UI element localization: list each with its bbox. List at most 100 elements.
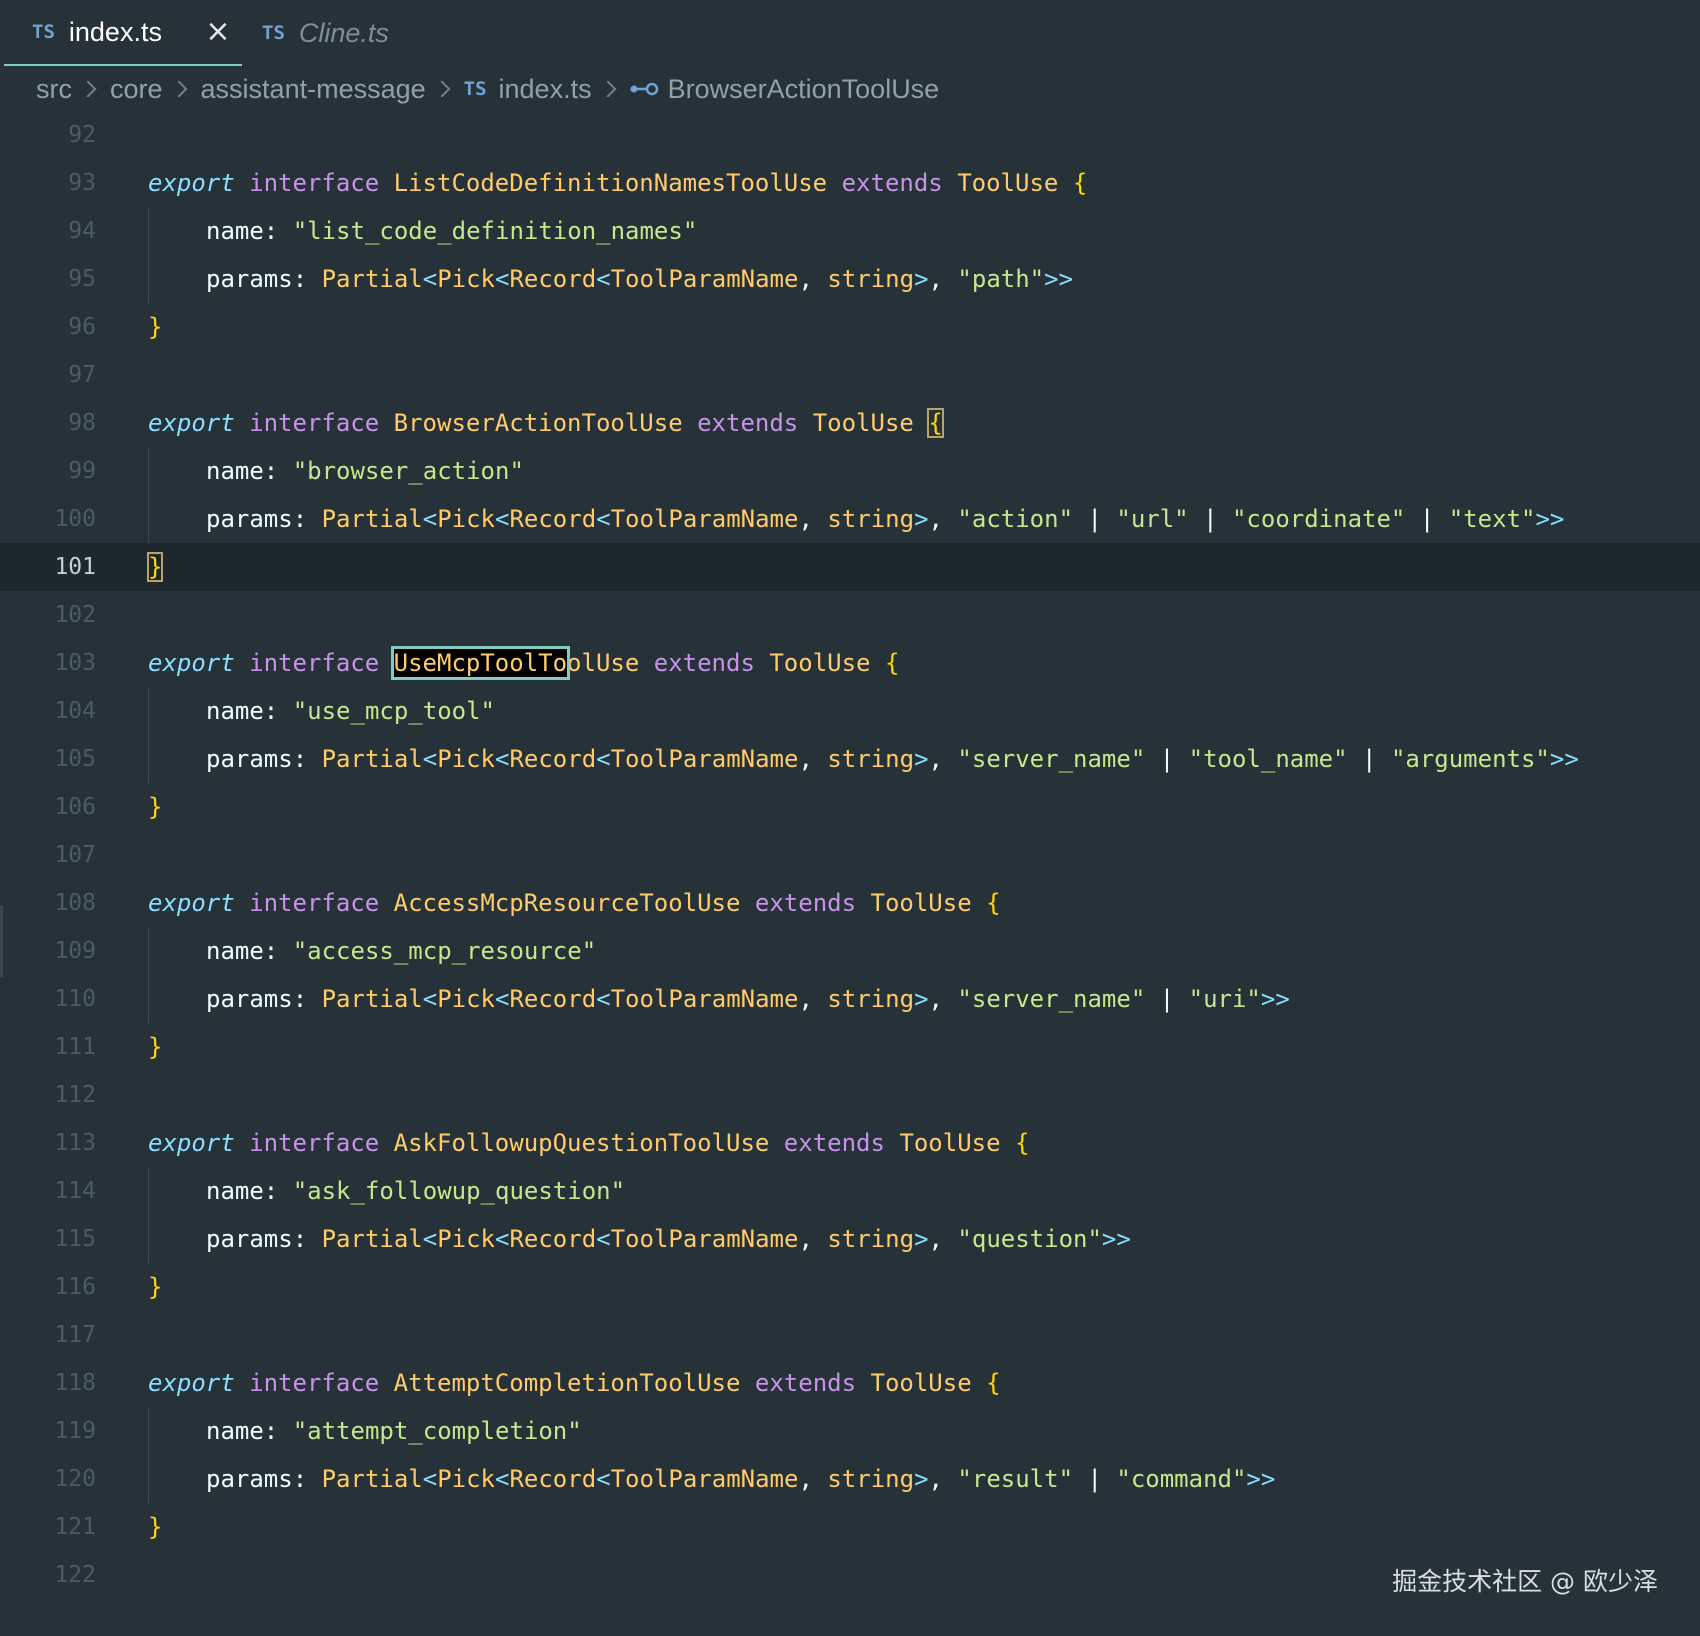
- tab-index-ts[interactable]: TS index.ts ×: [4, 0, 242, 66]
- line-number: 104: [54, 698, 96, 724]
- code-token: ToolParamName: [610, 265, 799, 293]
- line-number: 121: [54, 1514, 96, 1540]
- close-icon[interactable]: ×: [200, 14, 236, 50]
- code-token: "path": [957, 265, 1045, 293]
- code-text: }: [148, 783, 162, 831]
- code-line[interactable]: 117: [0, 1311, 1700, 1359]
- breadcrumb-item-core[interactable]: core: [110, 74, 163, 105]
- code-token: Pick: [437, 265, 495, 293]
- code-line[interactable]: 94 name: "list_code_definition_names": [0, 207, 1700, 255]
- code-token: <: [596, 265, 611, 293]
- code-line[interactable]: 100 params: Partial<Pick<Record<ToolParam…: [0, 495, 1700, 543]
- code-line[interactable]: 119 name: "attempt_completion": [0, 1407, 1700, 1455]
- code-token: "server_name": [957, 745, 1146, 773]
- code-line[interactable]: 106}: [0, 783, 1700, 831]
- code-line[interactable]: 115 params: Partial<Pick<Record<ToolParam…: [0, 1215, 1700, 1263]
- code-token: string: [827, 745, 915, 773]
- code-token: Pick: [437, 505, 495, 533]
- code-token: name:: [206, 697, 293, 725]
- code-line[interactable]: 108 export interface AccessMcpResourceToo…: [0, 879, 1700, 927]
- code-token: AskFollowupQuestionToolUse: [393, 1129, 770, 1157]
- code-line[interactable]: 93 export interface ListCodeDefinitionNam…: [0, 159, 1700, 207]
- code-token: ToolParamName: [610, 1465, 799, 1493]
- code-token: >: [914, 1465, 929, 1493]
- code-token: params:: [206, 265, 322, 293]
- code-text: name: "use_mcp_tool": [206, 687, 495, 735]
- code-token: }: [148, 1033, 163, 1061]
- breadcrumb-item-assistant-message[interactable]: assistant-message: [201, 74, 426, 105]
- code-line[interactable]: 97: [0, 351, 1700, 399]
- chevron-right-icon: [170, 80, 188, 98]
- code-token: <: [495, 505, 510, 533]
- code-token: <: [422, 1225, 438, 1253]
- code-token: }: [148, 1513, 163, 1541]
- code-line[interactable]: 99 name: "browser_action": [0, 447, 1700, 495]
- indent-guide: [148, 927, 149, 1023]
- line-number: 94: [68, 218, 96, 244]
- code-line[interactable]: 95 params: Partial<Pick<Record<ToolParamN…: [0, 255, 1700, 303]
- code-token: >: [914, 265, 929, 293]
- code-line[interactable]: 110 params: Partial<Pick<Record<ToolParam…: [0, 975, 1700, 1023]
- line-number: 115: [54, 1226, 96, 1252]
- code-token: interface: [249, 889, 380, 917]
- code-line[interactable]: 107: [0, 831, 1700, 879]
- code-token: >>: [1260, 985, 1290, 1013]
- code-token: Pick: [437, 745, 495, 773]
- code-line[interactable]: 112: [0, 1071, 1700, 1119]
- code-line[interactable]: 116}: [0, 1263, 1700, 1311]
- code-token: >: [914, 745, 929, 773]
- code-token: params:: [206, 1465, 322, 1493]
- code-line[interactable]: 114 name: "ask_followup_question": [0, 1167, 1700, 1215]
- tab-label: index.ts: [68, 16, 162, 47]
- code-line[interactable]: 98 export interface BrowserActionToolUse …: [0, 399, 1700, 447]
- code-line[interactable]: 118 export interface AttemptCompletionToo…: [0, 1359, 1700, 1407]
- code-line[interactable]: 111}: [0, 1023, 1700, 1071]
- code-line[interactable]: 96}: [0, 303, 1700, 351]
- code-token: <: [596, 985, 611, 1013]
- code-token: "list_code_definition_names": [292, 217, 698, 245]
- code-token: Pick: [437, 1225, 495, 1253]
- indent-guide: [148, 1167, 149, 1263]
- code-token: "question": [957, 1225, 1102, 1253]
- code-token: |: [1073, 505, 1117, 533]
- line-number: 101: [54, 554, 96, 580]
- code-token: |: [1145, 985, 1189, 1013]
- code-line[interactable]: 105 params: Partial<Pick<Record<ToolParam…: [0, 735, 1700, 783]
- chevron-right-icon: [599, 80, 617, 98]
- code-line[interactable]: 101}: [0, 543, 1700, 591]
- code-token: "access_mcp_resource": [292, 937, 597, 965]
- code-token: export: [148, 169, 235, 197]
- code-token: Record: [509, 265, 597, 293]
- code-text: }: [148, 1023, 162, 1071]
- code-line[interactable]: 109 name: "access_mcp_resource": [0, 927, 1700, 975]
- code-line[interactable]: 113 export interface AskFollowupQuestionT…: [0, 1119, 1700, 1167]
- code-line[interactable]: 104 name: "use_mcp_tool": [0, 687, 1700, 735]
- code-token: Record: [509, 1465, 597, 1493]
- code-line[interactable]: 103 export interface UseMcpToolToolUse ex…: [0, 639, 1700, 687]
- typescript-file-icon: TS: [262, 22, 285, 44]
- code-token: ,: [928, 265, 958, 293]
- code-token: {: [927, 408, 944, 438]
- code-token: <: [422, 985, 438, 1013]
- breadcrumb-item-src[interactable]: src: [36, 74, 72, 105]
- code-token: Record: [509, 745, 597, 773]
- line-number: 93: [68, 170, 96, 196]
- tab-cline-ts[interactable]: TS Cline.ts: [262, 0, 462, 66]
- code-token: <: [596, 1225, 611, 1253]
- code-line[interactable]: 102: [0, 591, 1700, 639]
- code-token: |: [1188, 505, 1232, 533]
- breadcrumb-item-symbol[interactable]: BrowserActionToolUse: [668, 74, 940, 105]
- code-token: "uri": [1188, 985, 1261, 1013]
- breadcrumb-item-file[interactable]: index.ts: [499, 74, 592, 105]
- code-line[interactable]: 120 params: Partial<Pick<Record<ToolParam…: [0, 1455, 1700, 1503]
- code-line[interactable]: 121}: [0, 1503, 1700, 1551]
- code-token: ToolParamName: [610, 1225, 799, 1253]
- code-line[interactable]: 92: [0, 111, 1700, 159]
- code-token: string: [827, 265, 915, 293]
